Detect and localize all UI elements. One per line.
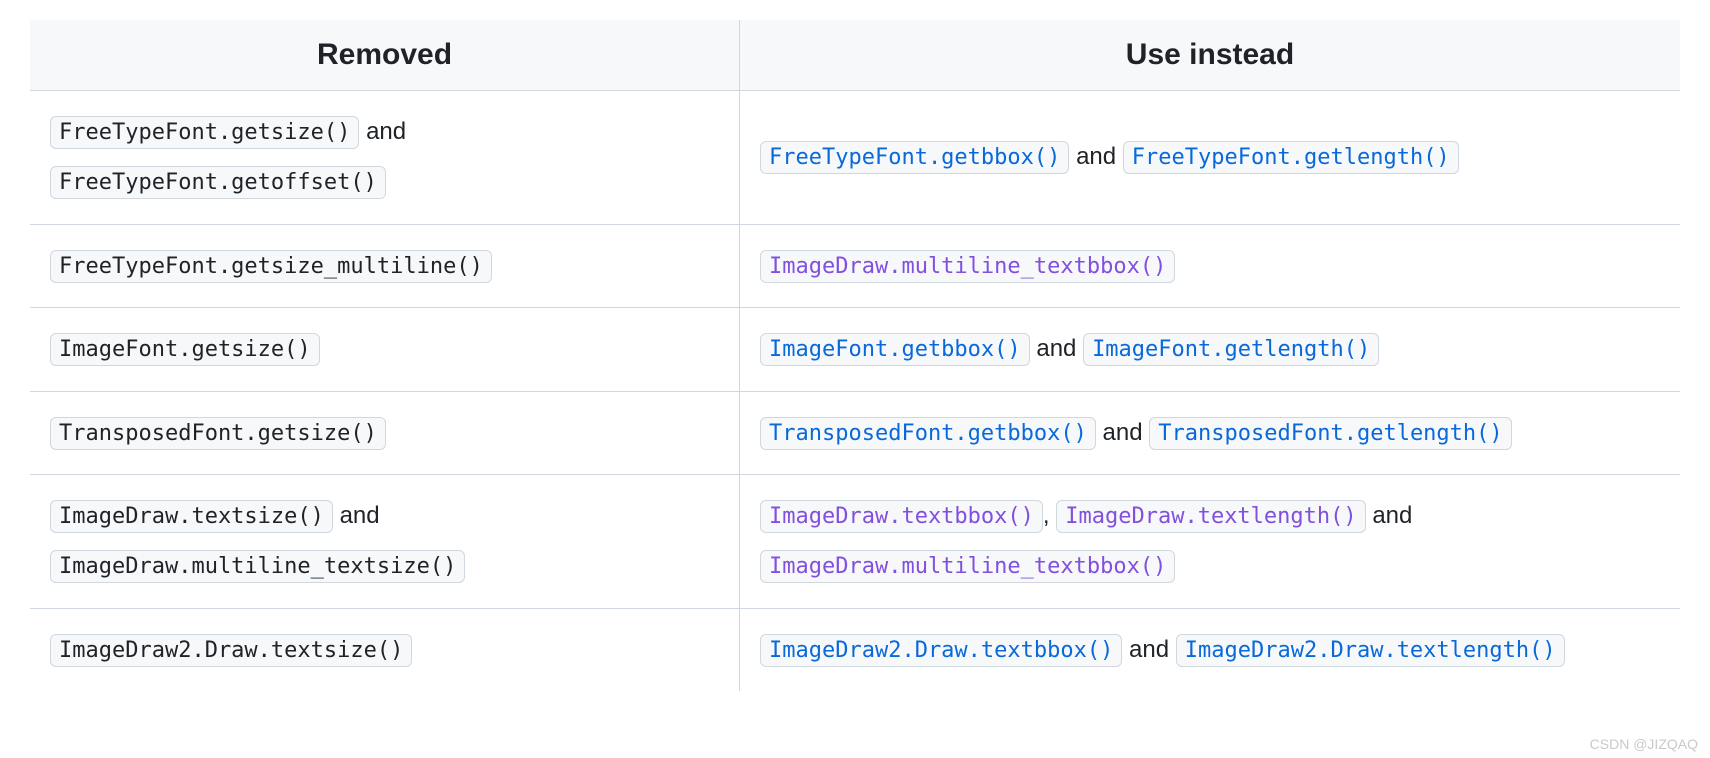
api-code: ImageDraw.textsize(): [50, 500, 333, 533]
table-row: TransposedFont.getsize() TransposedFont.g…: [30, 391, 1680, 474]
table-row: ImageDraw2.Draw.textsize() ImageDraw2.Dra…: [30, 608, 1680, 691]
api-link[interactable]: TransposedFont.getlength(): [1149, 417, 1511, 450]
header-removed: Removed: [30, 20, 740, 91]
connector-text: and: [1096, 419, 1149, 446]
cell-removed: FreeTypeFont.getsize() and FreeTypeFont.…: [30, 91, 740, 225]
api-code: FreeTypeFont.getoffset(): [50, 166, 386, 199]
cell-removed: FreeTypeFont.getsize_multiline(): [30, 224, 740, 307]
cell-use-instead: TransposedFont.getbbox() and TransposedF…: [740, 391, 1681, 474]
api-link[interactable]: ImageDraw.multiline_textbbox(): [760, 250, 1175, 283]
connector-text: and: [333, 502, 380, 529]
connector-text: and: [1366, 502, 1413, 529]
connector-text: ,: [1043, 502, 1056, 529]
api-code: FreeTypeFont.getsize_multiline(): [50, 250, 492, 283]
api-link[interactable]: ImageFont.getbbox(): [760, 333, 1030, 366]
api-link[interactable]: ImageDraw.multiline_textbbox(): [760, 550, 1175, 583]
table-row: FreeTypeFont.getsize_multiline() ImageDra…: [30, 224, 1680, 307]
cell-use-instead: ImageDraw2.Draw.textbbox() and ImageDraw…: [740, 608, 1681, 691]
api-link[interactable]: FreeTypeFont.getbbox(): [760, 141, 1069, 174]
connector-text: and: [1030, 335, 1083, 362]
api-link[interactable]: ImageDraw.textlength(): [1056, 500, 1365, 533]
cell-removed: TransposedFont.getsize(): [30, 391, 740, 474]
connector-text: and: [1069, 143, 1122, 170]
cell-use-instead: ImageDraw.multiline_textbbox(): [740, 224, 1681, 307]
watermark: CSDN @JIZQAQ: [1590, 736, 1698, 752]
api-link[interactable]: FreeTypeFont.getlength(): [1123, 141, 1459, 174]
table-row: FreeTypeFont.getsize() and FreeTypeFont.…: [30, 91, 1680, 225]
api-link[interactable]: TransposedFont.getbbox(): [760, 417, 1096, 450]
table-row: ImageDraw.textsize() and ImageDraw.multi…: [30, 474, 1680, 608]
cell-use-instead: ImageDraw.textbbox(), ImageDraw.textleng…: [740, 474, 1681, 608]
api-code: TransposedFont.getsize(): [50, 417, 386, 450]
api-link[interactable]: ImageDraw2.Draw.textbbox(): [760, 634, 1122, 667]
connector-text: and: [359, 118, 406, 145]
api-code: ImageDraw2.Draw.textsize(): [50, 634, 412, 667]
cell-removed: ImageDraw2.Draw.textsize(): [30, 608, 740, 691]
connector-text: and: [1122, 636, 1175, 663]
api-link[interactable]: ImageDraw.textbbox(): [760, 500, 1043, 533]
header-use-instead: Use instead: [740, 20, 1681, 91]
api-link[interactable]: ImageDraw2.Draw.textlength(): [1176, 634, 1565, 667]
api-code: ImageDraw.multiline_textsize(): [50, 550, 465, 583]
api-code: ImageFont.getsize(): [50, 333, 320, 366]
cell-removed: ImageDraw.textsize() and ImageDraw.multi…: [30, 474, 740, 608]
table-row: ImageFont.getsize() ImageFont.getbbox() a…: [30, 308, 1680, 391]
api-code: FreeTypeFont.getsize(): [50, 116, 359, 149]
cell-use-instead: FreeTypeFont.getbbox() and FreeTypeFont.…: [740, 91, 1681, 225]
api-link[interactable]: ImageFont.getlength(): [1083, 333, 1379, 366]
cell-use-instead: ImageFont.getbbox() and ImageFont.getlen…: [740, 308, 1681, 391]
deprecation-table: Removed Use instead FreeTypeFont.getsize…: [30, 20, 1680, 691]
cell-removed: ImageFont.getsize(): [30, 308, 740, 391]
table-header-row: Removed Use instead: [30, 20, 1680, 91]
